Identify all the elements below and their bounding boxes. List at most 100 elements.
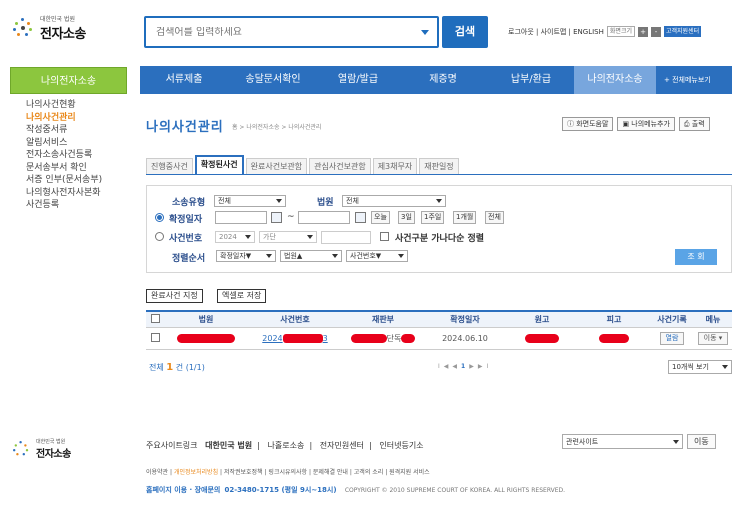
- radio-case-number[interactable]: [155, 232, 164, 241]
- nav-delivery[interactable]: 송달문서확인: [228, 66, 318, 94]
- per-page-select[interactable]: 10개씩 보기: [668, 360, 732, 374]
- next-page-icon[interactable]: ▶: [469, 363, 478, 370]
- row-checkbox[interactable]: [150, 332, 160, 342]
- nav-certificates[interactable]: 제증명: [398, 66, 488, 94]
- first-page-icon[interactable]: I◀: [438, 363, 452, 370]
- chevron-down-icon: [436, 199, 442, 203]
- zoom-in-button[interactable]: +: [638, 26, 648, 37]
- footer-link-self-litigation[interactable]: 나홀로소송: [268, 441, 305, 450]
- inquiry-button[interactable]: 조 회: [675, 249, 717, 265]
- nav-all-menu[interactable]: + 전체메뉴보기: [656, 66, 711, 94]
- period-1week-button[interactable]: 1주일: [421, 211, 445, 224]
- date-from-input[interactable]: [215, 211, 267, 224]
- sort-order-3-select[interactable]: 사건번호▼: [346, 250, 408, 262]
- footer-link-court[interactable]: 대한민국 법원: [205, 441, 252, 450]
- calendar-icon[interactable]: [355, 212, 366, 223]
- move-menu-button[interactable]: 이동 ▾: [697, 331, 729, 345]
- case-type-select[interactable]: 전체: [214, 195, 286, 207]
- sort-order-3-value: 사건번호▼: [350, 252, 382, 260]
- related-sites-go-button[interactable]: 이동: [687, 434, 716, 449]
- zoom-out-button[interactable]: -: [651, 26, 661, 37]
- last-page-icon[interactable]: ▶I: [478, 363, 492, 370]
- sidebar-title[interactable]: 나의전자소송: [10, 67, 127, 94]
- footer-link-civil-center[interactable]: 전자민원센터: [320, 441, 364, 450]
- nav-view-issue[interactable]: 열람/발급: [318, 66, 398, 94]
- utility-text-links[interactable]: 로그아웃 | 사이트맵 | ENGLISH: [508, 27, 604, 37]
- contact-label: 홈페이지 이용 · 장애문의: [146, 486, 221, 494]
- table-header-row: 법원 사건번호 재판부 확정일자 원고 피고 사건기록 메뉴: [146, 310, 732, 328]
- tab-third-debtor[interactable]: 제3채무자: [372, 158, 418, 174]
- footer-link-registry[interactable]: 인터넷등기소: [379, 441, 423, 450]
- chevron-down-icon: [266, 254, 272, 258]
- date-to-input[interactable]: [298, 211, 350, 224]
- tab-in-progress[interactable]: 진행중사건: [146, 158, 193, 174]
- page-tools: ⓘ 화면도움말 ▣ 나의메뉴추가 ⎙ 출력: [562, 117, 710, 131]
- period-1month-button[interactable]: 1개월: [453, 211, 477, 224]
- search-button[interactable]: 검색: [442, 16, 488, 48]
- nav-payment[interactable]: 납부/환급: [488, 66, 574, 94]
- site-logo[interactable]: 대한민국 법원 전자소송: [12, 14, 86, 42]
- col-case-number[interactable]: 사건번호: [248, 310, 342, 328]
- privacy-policy-link[interactable]: 개인정보처리방침: [174, 469, 218, 476]
- sort-checkbox-label: 사건구분 가나다순 정렬: [395, 234, 485, 244]
- col-court[interactable]: 법원: [164, 310, 248, 328]
- help-button[interactable]: ⓘ 화면도움말: [562, 117, 614, 131]
- period-today-button[interactable]: 오늘: [371, 211, 390, 224]
- tab-confirmed[interactable]: 확정된사건: [194, 155, 244, 174]
- col-plaintiff[interactable]: 원고: [506, 310, 578, 328]
- nav-my-ecourt[interactable]: 나의전자소송: [574, 66, 656, 94]
- case-serial-input[interactable]: [321, 231, 371, 244]
- sidebar-item-criminal-copy[interactable]: 나의형사전자사본화: [26, 187, 136, 200]
- policy-links-a[interactable]: 이용약관 |: [146, 469, 172, 476]
- case-table: 법원 사건번호 재판부 확정일자 원고 피고 사건기록 메뉴 2024 3 단독 …: [146, 310, 732, 350]
- court-cell: [164, 327, 248, 350]
- view-record-button[interactable]: 열람: [659, 331, 685, 345]
- redacted-division-2: [401, 333, 416, 343]
- case-kind-select[interactable]: 가단: [259, 231, 317, 243]
- add-my-menu-button[interactable]: ▣ 나의메뉴추가: [617, 117, 675, 131]
- redacted-court: [177, 333, 235, 343]
- sidebar-item-drafts[interactable]: 작성중서류: [26, 124, 136, 137]
- chevron-down-icon: [398, 254, 404, 258]
- sidebar-item-document-delivery[interactable]: 문서송부서 확인: [26, 162, 136, 175]
- case-number-link[interactable]: 2024 3: [262, 333, 328, 343]
- search-dropdown-icon[interactable]: [421, 30, 429, 35]
- excel-export-button[interactable]: 엑셀로 저장: [217, 289, 267, 303]
- sort-order-2-select[interactable]: 법원▲: [280, 250, 342, 262]
- chevron-down-icon: [673, 439, 679, 444]
- sidebar-item-criminal-copy-2[interactable]: 사건등록: [26, 199, 136, 212]
- sort-order-1-select[interactable]: 확정일자▼: [216, 250, 276, 262]
- court-select[interactable]: 전체: [342, 195, 446, 207]
- tab-completed-archive[interactable]: 완료사건보관함: [245, 158, 308, 174]
- sidebar-item-evidence[interactable]: 서증 인부(문서송부): [26, 174, 136, 187]
- period-all-button[interactable]: 전체: [485, 211, 504, 224]
- tab-interest-archive[interactable]: 관심사건보관함: [309, 158, 371, 174]
- calendar-icon[interactable]: [271, 212, 282, 223]
- sort-checkbox[interactable]: [380, 232, 389, 241]
- font-size-label: 화면크기: [606, 26, 635, 37]
- footer-logo-subtitle: 대한민국 법원: [36, 439, 66, 445]
- sidebar-item-notifications[interactable]: 알림서비스: [26, 137, 136, 150]
- print-button[interactable]: ⎙ 출력: [678, 117, 710, 131]
- col-confirm-date[interactable]: 확정일자: [424, 310, 506, 328]
- radio-confirm-date[interactable]: [155, 213, 164, 222]
- search-input[interactable]: [156, 26, 406, 38]
- current-page[interactable]: 1: [461, 363, 469, 370]
- prev-page-icon[interactable]: ◀: [452, 363, 461, 370]
- sidebar-item-case-registration[interactable]: 전자소송사건등록: [26, 149, 136, 162]
- select-all-checkbox[interactable]: [150, 313, 160, 323]
- col-division[interactable]: 재판부: [342, 310, 424, 328]
- col-defendant[interactable]: 피고: [578, 310, 650, 328]
- chevron-down-icon: [722, 365, 728, 369]
- copyright-text: COPYRIGHT © 2010 SUPREME COURT OF KOREA.…: [344, 487, 566, 494]
- policy-links-b[interactable]: | 저작권보호정책 | 링크시유의사항 | 문제해결 안내 | 고객의 소리 |…: [220, 469, 430, 476]
- mark-completed-button[interactable]: 완료사건 지정: [146, 289, 203, 303]
- sidebar-item-case-management[interactable]: 나의사건관리: [26, 112, 136, 125]
- sidebar-item-case-status[interactable]: 나의사건현황: [26, 99, 136, 112]
- period-3days-button[interactable]: 3일: [398, 211, 415, 224]
- remote-support-button[interactable]: 고객지원센터: [664, 26, 702, 37]
- tab-trial-schedule[interactable]: 재판일정: [419, 158, 459, 174]
- nav-submit-docs[interactable]: 서류제출: [140, 66, 228, 94]
- year-select[interactable]: 2024: [215, 231, 255, 243]
- related-sites-select[interactable]: 관련사이트: [562, 434, 683, 449]
